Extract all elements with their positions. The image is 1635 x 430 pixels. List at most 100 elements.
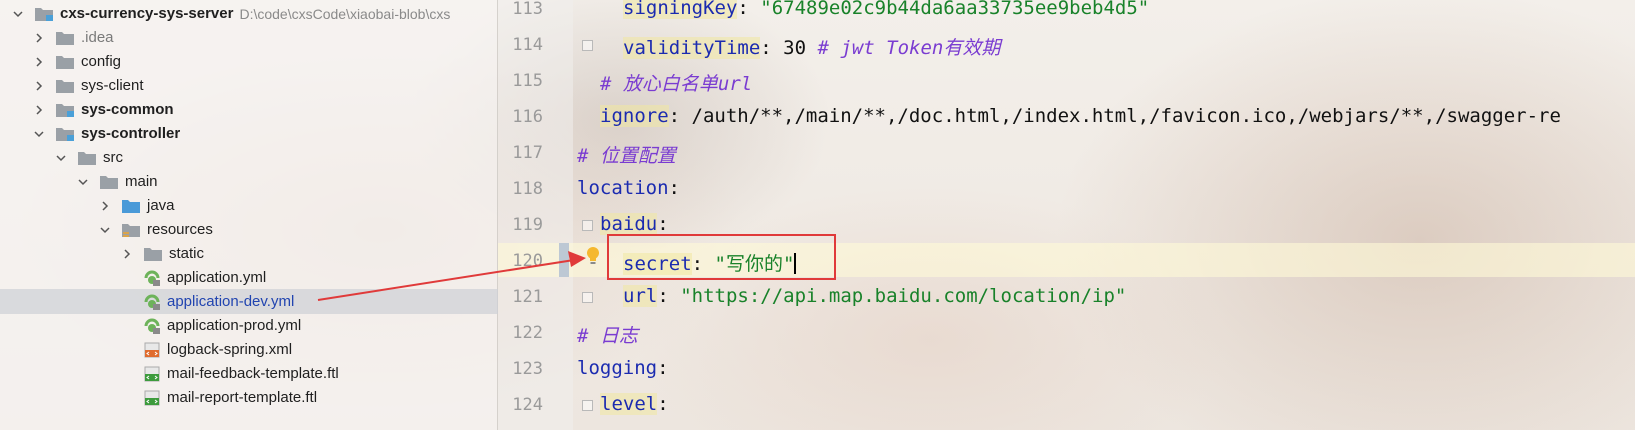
tree-item-label: application-dev.yml [167, 293, 295, 310]
module-folder-icon [55, 102, 75, 118]
tree-item-application-dev-yml[interactable]: application-dev.yml [0, 289, 498, 314]
chevron-down-icon[interactable] [12, 8, 24, 20]
line-number: 117 [512, 143, 543, 163]
yml-file-icon [143, 317, 161, 335]
tree-item-label: .idea [81, 29, 114, 46]
chevron-right-icon[interactable] [33, 80, 45, 92]
tree-item-label: mail-report-template.ftl [167, 389, 318, 406]
tree-item-static[interactable]: static [0, 241, 498, 266]
ftl-file-icon [143, 365, 161, 383]
yaml-comment: # jwt Token有效期 [817, 37, 1001, 59]
chevron-down-icon[interactable] [55, 152, 67, 164]
code-line-117[interactable]: # 位置配置 [577, 141, 676, 168]
tree-item-label: application.yml [167, 269, 267, 286]
yaml-key: logging [577, 357, 658, 379]
tree-item-config[interactable]: config [0, 49, 498, 74]
tree-item-label: sys-controller [81, 125, 181, 142]
line-number: 120 [512, 251, 543, 271]
chevron-right-icon[interactable] [121, 248, 133, 260]
tree-root[interactable]: cxs-currency-sys-server D:\code\cxsCode\… [0, 1, 498, 26]
tree-item-mail-report-template-ftl[interactable]: mail-report-template.ftl [0, 385, 498, 410]
line-number: 115 [512, 71, 543, 91]
change-marker [559, 243, 569, 277]
folder-icon [55, 78, 75, 94]
code-line-122[interactable]: # 日志 [577, 321, 638, 348]
chevron-down-icon[interactable] [33, 128, 45, 140]
yaml-key: level [600, 393, 658, 415]
fold-marker[interactable] [582, 400, 593, 411]
yaml-comment: # 日志 [577, 325, 638, 347]
line-number: 116 [512, 107, 543, 127]
tree-item-idea[interactable]: .idea [0, 25, 498, 50]
annotation-highlight-box [607, 234, 836, 280]
module-folder-icon [55, 126, 75, 142]
yaml-key: location [577, 177, 669, 199]
tree-item-label: config [81, 53, 122, 70]
code-line-114[interactable]: validityTime: 30 # jwt Token有效期 [623, 33, 1000, 60]
resource-folder-icon [121, 222, 141, 238]
chevron-right-icon[interactable] [33, 104, 45, 116]
yaml-string: "https://api.map.baidu.com/location/ip" [680, 285, 1127, 307]
source-folder-icon [121, 198, 141, 214]
yaml-string: "67489e02c9b44da6aa33735ee9beb4d5" [760, 0, 1150, 19]
yaml-key: url [623, 285, 658, 307]
line-number: 114 [512, 35, 543, 55]
tree-item-sys-client[interactable]: sys-client [0, 73, 498, 98]
tree-item-label: main [125, 173, 158, 190]
project-name: cxs-currency-sys-server [60, 5, 234, 22]
tree-item-src[interactable]: src [0, 145, 498, 170]
tree-item-sys-controller[interactable]: sys-controller [0, 121, 498, 146]
tree-item-application-yml[interactable]: application.yml [0, 265, 498, 290]
tree-item-sys-common[interactable]: sys-common [0, 97, 498, 122]
project-tree-panel: cxs-currency-sys-server D:\code\cxsCode\… [0, 0, 498, 430]
code-line-116[interactable]: ignore: /auth/**,/main/**,/doc.html,/ind… [600, 105, 1561, 127]
folder-icon [77, 150, 97, 166]
chevron-right-icon[interactable] [33, 56, 45, 68]
yaml-comment: # 位置配置 [577, 145, 676, 167]
tree-item-application-prod-yml[interactable]: application-prod.yml [0, 313, 498, 338]
chevron-right-icon[interactable] [33, 32, 45, 44]
yaml-comment: # 放心白名单url [600, 73, 753, 95]
chevron-down-icon[interactable] [77, 176, 89, 188]
lightbulb-icon[interactable] [586, 246, 600, 266]
line-number: 122 [512, 323, 543, 343]
code-line-115[interactable]: # 放心白名单url [600, 69, 752, 96]
fold-marker[interactable] [582, 220, 593, 231]
code-line-123[interactable]: logging: [577, 357, 669, 379]
fold-marker[interactable] [582, 292, 593, 303]
tree-item-label: application-prod.yml [167, 317, 302, 334]
ftl-file-icon [143, 389, 161, 407]
code-line-121[interactable]: url: "https://api.map.baidu.com/location… [623, 285, 1126, 307]
yaml-number: 30 [783, 37, 807, 59]
project-path: D:\code\cxsCode\xiaobai-blob\cxs [239, 5, 451, 22]
tree-item-label: logback-spring.xml [167, 341, 293, 358]
code-line-119[interactable]: baidu: [600, 213, 669, 235]
code-line-124[interactable]: level: [600, 393, 669, 415]
tree-item-java[interactable]: java [0, 193, 498, 218]
tree-item-mail-feedback-template-ftl[interactable]: mail-feedback-template.ftl [0, 361, 498, 386]
xml-file-icon [143, 341, 161, 359]
folder-icon [99, 174, 119, 190]
line-number: 121 [512, 287, 543, 307]
yml-file-icon [143, 269, 161, 287]
line-number: 113 [512, 0, 543, 19]
tree-item-resources[interactable]: resources [0, 217, 498, 242]
folder-icon [55, 30, 75, 46]
fold-marker[interactable] [582, 40, 593, 51]
folder-icon [55, 54, 75, 70]
line-number: 123 [512, 359, 543, 379]
code-line-118[interactable]: location: [577, 177, 680, 199]
tree-item-label: java [147, 197, 175, 214]
yaml-value: /auth/**,/main/**,/doc.html,/index.html,… [691, 105, 1561, 127]
tree-item-main[interactable]: main [0, 169, 498, 194]
tree-item-label: src [103, 149, 123, 166]
tree-item-label: sys-client [81, 77, 144, 94]
tree-item-logback-spring-xml[interactable]: logback-spring.xml [0, 337, 498, 362]
yaml-key: signingKey [623, 0, 738, 19]
line-number: 124 [512, 395, 543, 415]
chevron-down-icon[interactable] [99, 224, 111, 236]
yaml-key: baidu [600, 213, 658, 235]
code-line-113[interactable]: signingKey: "67489e02c9b44da6aa33735ee9b… [623, 0, 1149, 19]
tree-item-label: sys-common [81, 101, 174, 118]
chevron-right-icon[interactable] [99, 200, 111, 212]
